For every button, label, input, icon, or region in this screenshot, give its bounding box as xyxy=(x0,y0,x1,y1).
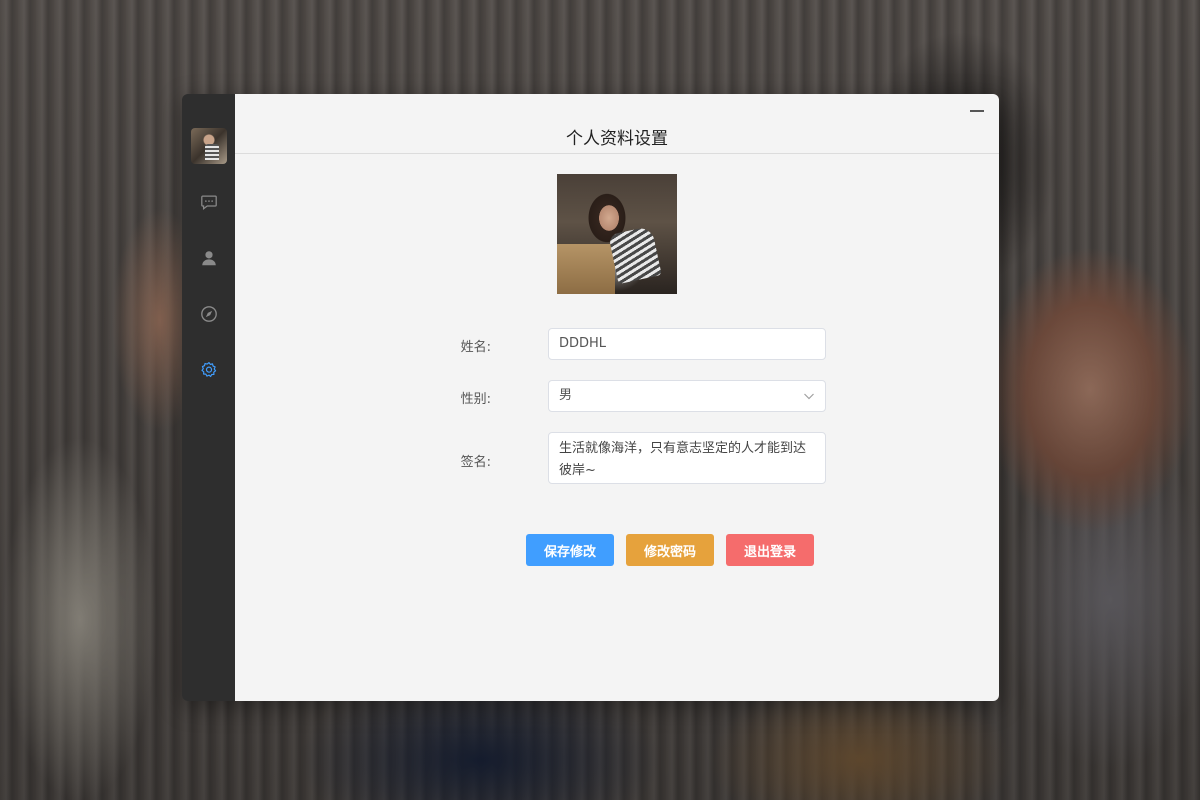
chat-bubble-icon xyxy=(200,195,217,211)
profile-photo[interactable] xyxy=(557,174,677,294)
user-avatar[interactable] xyxy=(190,128,227,164)
signature-textarea[interactable]: 生活就像海洋，只有意志坚定的人才能到达彼岸~ xyxy=(548,432,826,484)
gender-label: 性别: xyxy=(460,392,491,407)
minimize-icon xyxy=(970,110,984,112)
sidebar-item-settings[interactable] xyxy=(182,342,235,398)
sidebar xyxy=(182,94,235,701)
logout-button[interactable]: 退出登录 xyxy=(726,534,814,566)
gender-select[interactable]: 男 xyxy=(548,380,826,412)
gender-select-value: 男 xyxy=(559,388,573,403)
name-input[interactable]: DDDHL xyxy=(548,328,826,360)
title-bar: 个人资料设置 xyxy=(235,94,999,154)
sidebar-item-chat[interactable] xyxy=(182,174,235,230)
page-title: 个人资料设置 xyxy=(566,129,668,149)
name-label: 姓名: xyxy=(460,340,491,355)
sidebar-item-discover[interactable] xyxy=(182,286,235,342)
fullscreen-icon xyxy=(998,101,999,119)
signature-textarea-value: 生活就像海洋，只有意志坚定的人才能到达彼岸~ xyxy=(559,441,807,478)
sidebar-item-contacts[interactable] xyxy=(182,230,235,286)
signature-label: 签名: xyxy=(460,455,491,470)
chevron-down-icon xyxy=(804,393,814,400)
compass-icon xyxy=(200,306,217,322)
app-window: 个人资料设置 姓名: DDDHL 性别: 男 签名: 生活就像海洋，只有意志坚定… xyxy=(182,94,999,701)
save-button[interactable]: 保存修改 xyxy=(526,534,614,566)
minimize-button[interactable] xyxy=(965,98,989,122)
change-password-button[interactable]: 修改密码 xyxy=(626,534,714,566)
user-icon xyxy=(201,251,216,266)
main-panel: 个人资料设置 姓名: DDDHL 性别: 男 签名: 生活就像海洋，只有意志坚定… xyxy=(235,94,999,701)
fullscreen-button[interactable] xyxy=(995,98,999,122)
gear-icon xyxy=(200,362,216,378)
name-input-value: DDDHL xyxy=(559,336,607,351)
